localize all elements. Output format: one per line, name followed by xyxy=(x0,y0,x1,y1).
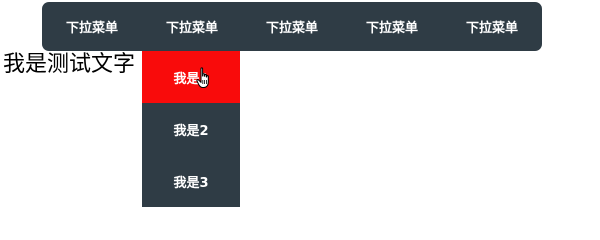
menu-item-2[interactable]: 下拉菜单 xyxy=(142,2,242,51)
menu-item-1[interactable]: 下拉菜单 xyxy=(42,2,142,51)
submenu-item-3[interactable]: 我是3 xyxy=(142,155,240,207)
menu-item-5[interactable]: 下拉菜单 xyxy=(442,2,542,51)
submenu-item-2[interactable]: 我是2 xyxy=(142,103,240,155)
menu-item-3[interactable]: 下拉菜单 xyxy=(242,2,342,51)
menu-bar: 下拉菜单 下拉菜单 下拉菜单 下拉菜单 下拉菜单 xyxy=(42,2,542,51)
dropdown-submenu: 我是1 我是2 我是3 xyxy=(142,51,240,207)
hand-pointer-icon xyxy=(196,67,209,88)
submenu-item-1[interactable]: 我是1 xyxy=(142,51,240,103)
test-text: 我是测试文字 xyxy=(3,52,136,77)
page: 下拉菜单 下拉菜单 下拉菜单 下拉菜单 下拉菜单 我是测试文字 我是1 我是2 … xyxy=(0,0,600,207)
menu-item-4[interactable]: 下拉菜单 xyxy=(342,2,442,51)
